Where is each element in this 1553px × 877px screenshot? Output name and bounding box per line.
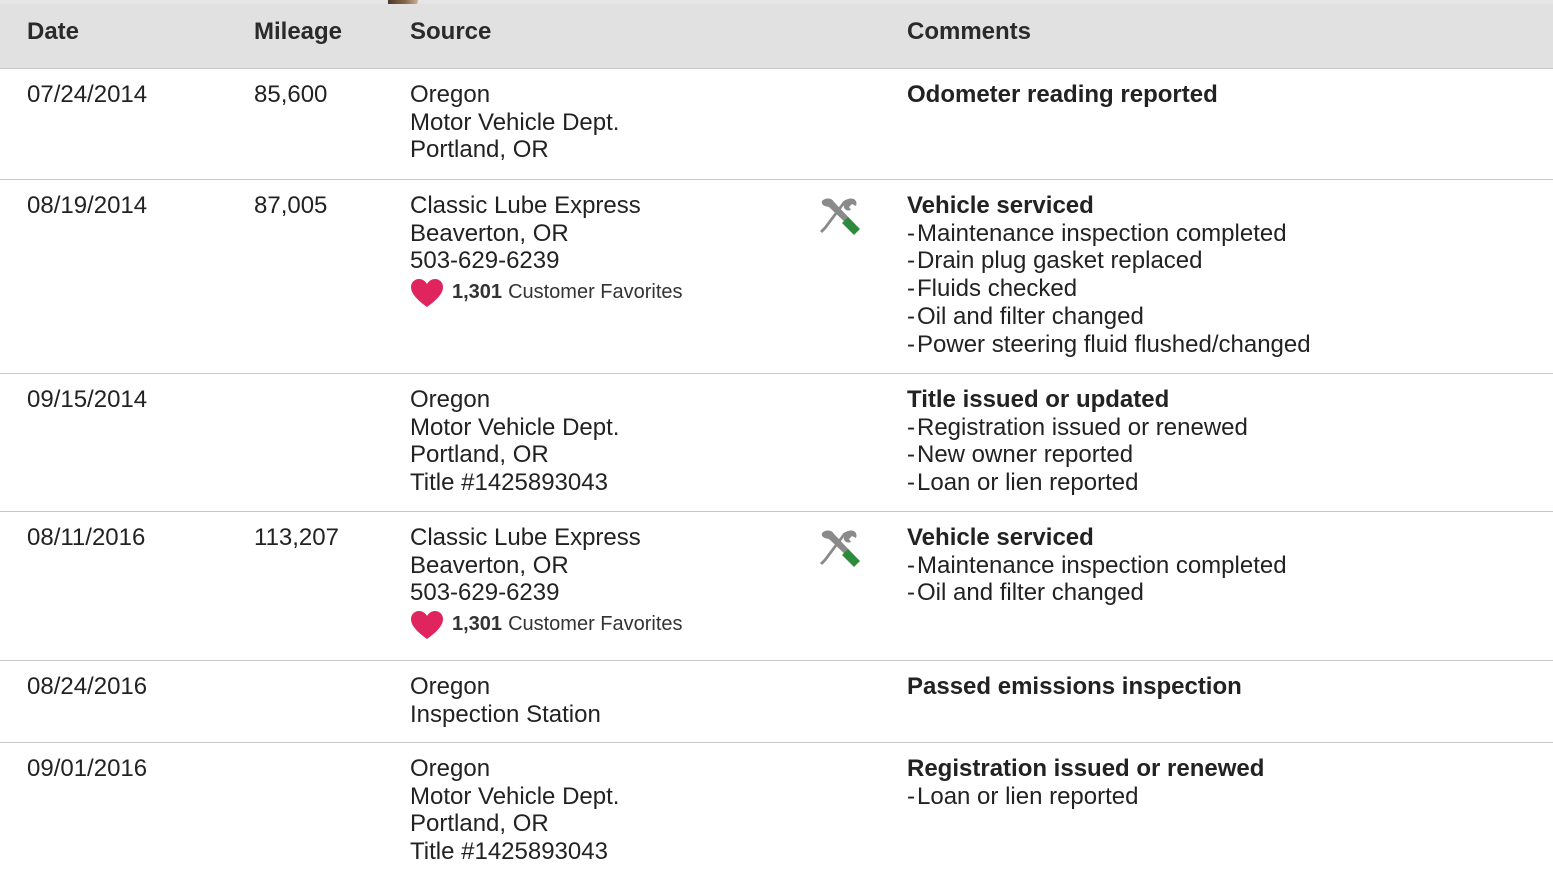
table-row: 07/24/2014 85,600 Oregon Motor Vehicle D… bbox=[0, 69, 1553, 180]
comment-item: Oil and filter changed bbox=[907, 579, 1287, 607]
row-date: 08/11/2016 bbox=[27, 524, 146, 551]
comment-item: Power steering fluid flushed/changed bbox=[907, 331, 1311, 359]
row-date: 07/24/2014 bbox=[27, 81, 148, 108]
customer-favorites[interactable]: 1,301 Customer Favorites bbox=[410, 278, 683, 308]
comment-item: Registration issued or renewed bbox=[907, 414, 1248, 442]
comment-item: Maintenance inspection completed bbox=[907, 552, 1287, 580]
row-source: Oregon Motor Vehicle Dept. Portland, OR bbox=[410, 81, 619, 164]
source-line: Motor Vehicle Dept. bbox=[410, 413, 620, 441]
table-header: Date Mileage Source Comments bbox=[0, 4, 1553, 69]
source-line: Beaverton, OR bbox=[410, 219, 569, 247]
comment-item: New owner reported bbox=[907, 441, 1248, 469]
source-line: Inspection Station bbox=[410, 700, 601, 728]
service-tools-icon bbox=[820, 198, 860, 235]
table-row: 08/24/2016 Oregon Inspection Station Pas… bbox=[0, 661, 1553, 743]
source-line: Oregon bbox=[410, 386, 491, 413]
comment-item: Oil and filter changed bbox=[907, 303, 1311, 331]
header-date: Date bbox=[27, 18, 80, 45]
table-row: 09/15/2014 Oregon Motor Vehicle Dept. Po… bbox=[0, 374, 1553, 512]
comment-title: Vehicle serviced bbox=[907, 524, 1094, 551]
header-mileage: Mileage bbox=[254, 18, 343, 45]
source-line: Beaverton, OR bbox=[410, 551, 569, 579]
row-comments: Vehicle serviced Maintenance inspection … bbox=[907, 524, 1287, 607]
row-comments: Passed emissions inspection bbox=[907, 673, 1242, 701]
table-row: 08/11/2016 113,207 Classic Lube Express … bbox=[0, 512, 1553, 661]
comment-item: Loan or lien reported bbox=[907, 783, 1264, 811]
heart-icon bbox=[411, 611, 443, 640]
favorites-count: 1,301 bbox=[452, 281, 503, 304]
comment-item: Loan or lien reported bbox=[907, 469, 1248, 497]
row-comments: Odometer reading reported bbox=[907, 81, 1218, 109]
row-comments: Vehicle serviced Maintenance inspection … bbox=[907, 192, 1311, 358]
source-line: Motor Vehicle Dept. bbox=[410, 108, 620, 136]
table-row: 09/01/2016 Oregon Motor Vehicle Dept. Po… bbox=[0, 743, 1553, 877]
source-line: Oregon bbox=[410, 81, 491, 108]
source-line: Title #1425893043 bbox=[410, 469, 608, 497]
service-tools-icon bbox=[820, 530, 860, 567]
comment-item: Maintenance inspection completed bbox=[907, 220, 1311, 248]
row-mileage: 113,207 bbox=[254, 524, 339, 551]
source-line: Oregon bbox=[410, 673, 491, 700]
row-date: 09/15/2014 bbox=[27, 386, 148, 413]
comment-item: Fluids checked bbox=[907, 275, 1311, 303]
source-phone[interactable]: 503-629-6239 bbox=[410, 247, 683, 275]
customer-favorites[interactable]: 1,301 Customer Favorites bbox=[410, 610, 683, 640]
source-line: Motor Vehicle Dept. bbox=[410, 782, 620, 810]
row-source: Oregon Inspection Station bbox=[410, 673, 601, 728]
source-phone[interactable]: 503-629-6239 bbox=[410, 579, 683, 607]
source-link[interactable]: Classic Lube Express bbox=[410, 524, 683, 552]
favorites-count: 1,301 bbox=[452, 613, 503, 636]
row-source: Oregon Motor Vehicle Dept. Portland, OR … bbox=[410, 755, 619, 866]
row-comments: Title issued or updated Registration iss… bbox=[907, 386, 1248, 497]
comment-title: Title issued or updated bbox=[907, 386, 1170, 413]
row-mileage: 85,600 bbox=[254, 81, 328, 108]
header-comments: Comments bbox=[907, 18, 1032, 45]
favorites-label: Customer Favorites bbox=[508, 613, 683, 636]
row-date: 08/19/2014 bbox=[27, 192, 148, 219]
comment-title: Passed emissions inspection bbox=[907, 673, 1242, 700]
row-comments: Registration issued or renewed Loan or l… bbox=[907, 755, 1264, 810]
source-line: Portland, OR bbox=[410, 810, 549, 838]
source-line: Portland, OR bbox=[410, 441, 549, 469]
source-line: Portland, OR bbox=[410, 136, 549, 164]
row-mileage: 87,005 bbox=[254, 192, 328, 219]
comment-title: Vehicle serviced bbox=[907, 192, 1094, 219]
source-line: Title #1425893043 bbox=[410, 838, 608, 866]
source-link[interactable]: Classic Lube Express bbox=[410, 192, 683, 220]
row-source: Classic Lube Express Beaverton, OR 503-6… bbox=[410, 192, 683, 308]
heart-icon bbox=[411, 279, 443, 308]
comment-title: Registration issued or renewed bbox=[907, 755, 1265, 782]
comment-title: Odometer reading reported bbox=[907, 81, 1218, 108]
table-row: 08/19/2014 87,005 Classic Lube Express B… bbox=[0, 180, 1553, 374]
comment-item: Drain plug gasket replaced bbox=[907, 247, 1311, 275]
row-date: 08/24/2016 bbox=[27, 673, 148, 700]
favorites-label: Customer Favorites bbox=[508, 281, 683, 304]
row-source: Classic Lube Express Beaverton, OR 503-6… bbox=[410, 524, 683, 640]
source-line: Oregon bbox=[410, 755, 491, 782]
header-source: Source bbox=[410, 18, 492, 45]
row-source: Oregon Motor Vehicle Dept. Portland, OR … bbox=[410, 386, 619, 497]
row-date: 09/01/2016 bbox=[27, 755, 148, 782]
